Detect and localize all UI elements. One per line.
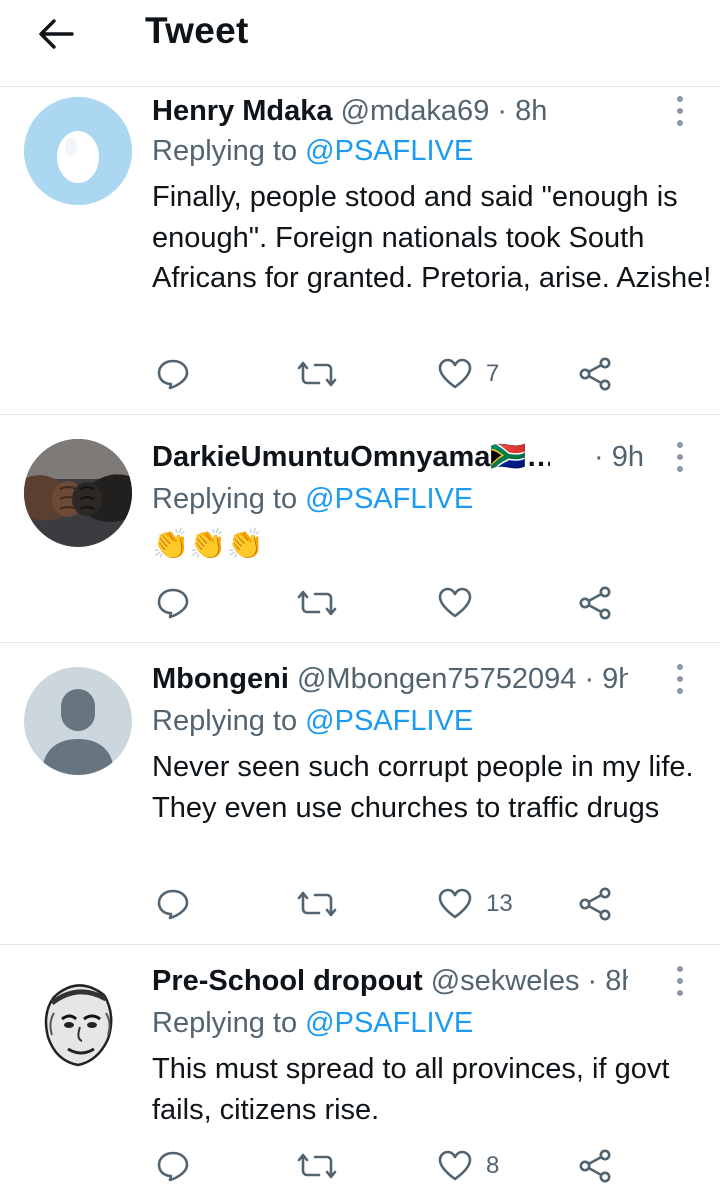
share-icon [579, 357, 611, 391]
reply-icon [157, 889, 189, 920]
like-count: 13 [486, 890, 513, 917]
default-person-avatar-icon [24, 667, 132, 775]
replying-prefix: Replying to [152, 1007, 298, 1039]
replying-prefix: Replying to [152, 135, 298, 167]
retweet-button[interactable] [297, 887, 337, 921]
reply-icon [157, 359, 189, 390]
timestamp[interactable]: · 9h [584, 663, 628, 695]
mention-link[interactable]: @PSAFLIVE [305, 135, 473, 167]
replying-to-line: Replying to @PSAFLIVE [152, 1005, 473, 1041]
share-button[interactable] [578, 887, 612, 921]
user-handle[interactable]: @mdaka69 [341, 95, 490, 127]
sketch-portrait-icon [24, 969, 132, 1077]
share-button[interactable] [578, 1149, 612, 1183]
display-name[interactable]: Henry Mdaka [152, 95, 333, 127]
display-name[interactable]: DarkieUmuntuOmnyama🇿🇦… [152, 441, 550, 473]
mention-link[interactable]: @PSAFLIVE [305, 705, 473, 737]
replying-to-line: Replying to @PSAFLIVE [152, 133, 473, 169]
tweet-header: Henry Mdaka @mdaka69 · 8h [152, 93, 628, 129]
replying-to-line: Replying to @PSAFLIVE [152, 703, 473, 739]
share-icon [579, 887, 611, 921]
display-name[interactable]: Pre-School dropout [152, 965, 423, 997]
page-title: Tweet [145, 10, 249, 51]
tweet-henry-mdaka[interactable]: Henry Mdaka @mdaka69 · 8h Replying to @P… [0, 87, 720, 415]
tweet-pre-school-dropout[interactable]: Pre-School dropout @sekweles · 8h Replyi… [0, 945, 720, 1201]
retweet-button[interactable] [297, 357, 337, 391]
like-button[interactable]: 13 [438, 887, 513, 921]
replying-prefix: Replying to [152, 483, 298, 515]
like-button[interactable] [438, 586, 486, 620]
tweet-mbongeni[interactable]: Mbongeni @Mbongen75752094 · 9h Replying … [0, 643, 720, 945]
user-handle[interactable]: @Mbongen75752094 [297, 663, 576, 695]
tweet-header: Pre-School dropout @sekweles · 8h [152, 963, 628, 999]
retweet-button[interactable] [297, 586, 337, 620]
avatar[interactable] [24, 97, 132, 205]
like-icon [438, 358, 472, 389]
avatar[interactable] [24, 439, 132, 547]
tweet-header: DarkieUmuntuOmnyama🇿🇦… [152, 439, 550, 475]
mention-link[interactable]: @PSAFLIVE [305, 1007, 473, 1039]
avatar[interactable] [24, 969, 132, 1077]
timestamp[interactable]: · 8h [497, 95, 547, 127]
tweet-text: Never seen such corrupt people in my lif… [152, 751, 694, 824]
like-button[interactable]: 8 [438, 1149, 499, 1183]
more-options-button[interactable] [670, 965, 690, 999]
fist-bump-photo-icon [24, 439, 132, 547]
reply-button[interactable] [156, 357, 190, 391]
share-button[interactable] [578, 357, 612, 391]
retweet-icon [297, 891, 337, 917]
share-icon [579, 586, 611, 620]
retweet-icon [297, 361, 337, 387]
tweet-text: 👏👏👏 [152, 528, 265, 561]
more-options-button[interactable] [670, 95, 690, 129]
like-icon [438, 888, 472, 919]
tweet-darkie-umuntu[interactable]: DarkieUmuntuOmnyama🇿🇦… · 9h Replying to … [0, 415, 720, 643]
retweet-button[interactable] [297, 1149, 337, 1183]
like-icon [438, 587, 472, 618]
share-button[interactable] [578, 586, 612, 620]
more-options-button[interactable] [670, 441, 690, 475]
retweet-icon [297, 1153, 337, 1179]
reply-button[interactable] [156, 887, 190, 921]
replying-to-line: Replying to @PSAFLIVE [152, 481, 473, 517]
more-options-button[interactable] [670, 663, 690, 697]
mention-link[interactable]: @PSAFLIVE [305, 483, 473, 515]
egg-avatar-icon [24, 97, 132, 205]
like-button[interactable]: 7 [438, 357, 499, 391]
like-count: 7 [486, 360, 500, 387]
reply-button[interactable] [156, 1149, 190, 1183]
tweet-text: Finally, people stood and said "enough i… [152, 181, 712, 294]
avatar[interactable] [24, 667, 132, 775]
like-icon [438, 1150, 472, 1181]
display-name[interactable]: Mbongeni [152, 663, 289, 695]
user-handle[interactable]: @sekweles [431, 965, 580, 997]
arrow-left-icon [39, 19, 74, 49]
retweet-icon [297, 590, 337, 616]
reply-button[interactable] [156, 586, 190, 620]
timestamp[interactable]: · 9h [594, 439, 644, 475]
timestamp[interactable]: · 8h [588, 965, 628, 997]
replying-prefix: Replying to [152, 705, 298, 737]
reply-icon [157, 1151, 189, 1182]
share-icon [579, 1149, 611, 1183]
like-count: 8 [486, 1152, 500, 1179]
reply-icon [157, 588, 189, 619]
top-bar: Tweet [0, 0, 720, 87]
back-button[interactable] [34, 14, 78, 54]
tweet-text: This must spread to all provinces, if go… [152, 1053, 670, 1126]
tweet-header: Mbongeni @Mbongen75752094 · 9h [152, 661, 628, 697]
